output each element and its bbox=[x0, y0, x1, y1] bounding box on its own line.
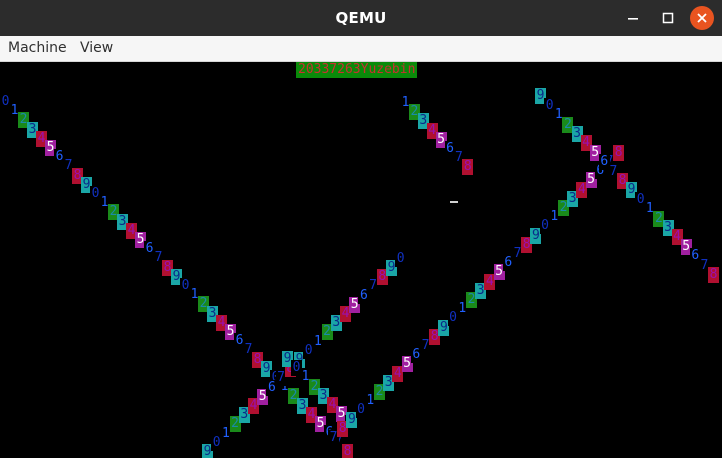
menu-view[interactable]: View bbox=[74, 36, 119, 61]
minimize-button[interactable] bbox=[621, 6, 645, 30]
vm-display[interactable]: 20337263Yuzebin 012345678901234567890123… bbox=[0, 62, 722, 458]
screen-char: 8 bbox=[708, 267, 719, 283]
screen-char: 8 bbox=[613, 144, 625, 161]
window-title: QEMU bbox=[335, 9, 387, 27]
menu-bar: Machine View bbox=[0, 36, 722, 62]
text-cursor bbox=[450, 201, 458, 203]
close-icon bbox=[697, 13, 707, 23]
student-banner: 20337263Yuzebin bbox=[296, 62, 418, 78]
screen-char: 8 bbox=[342, 443, 353, 458]
maximize-icon bbox=[662, 12, 674, 24]
minimize-icon bbox=[628, 18, 638, 20]
title-bar: QEMU bbox=[0, 0, 722, 36]
menu-machine[interactable]: Machine bbox=[2, 36, 73, 61]
screen-char: 0 bbox=[395, 250, 407, 267]
close-button[interactable] bbox=[690, 6, 714, 30]
maximize-button[interactable] bbox=[656, 6, 680, 30]
screen-char: 8 bbox=[462, 159, 474, 176]
